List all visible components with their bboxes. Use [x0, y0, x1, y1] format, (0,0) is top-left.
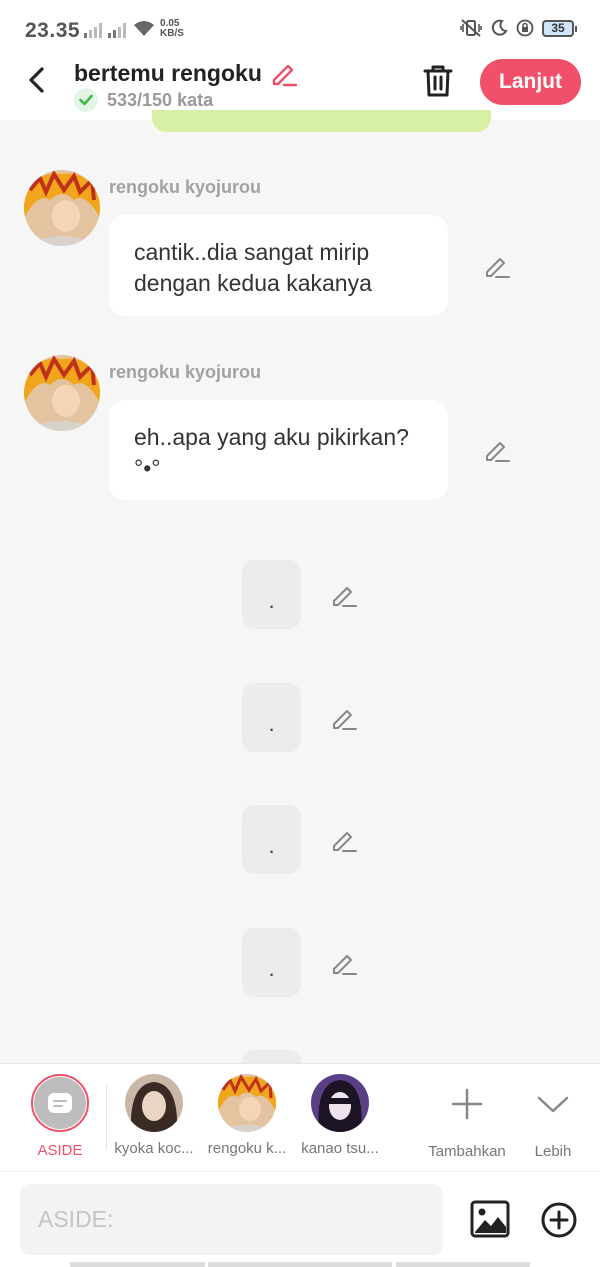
more-label: Lebih — [534, 1143, 572, 1160]
character-kanao[interactable]: kanao tsu... — [292, 1074, 388, 1157]
status-icons: 35 — [460, 19, 577, 37]
avatar — [311, 1074, 369, 1132]
wifi-icon — [134, 21, 154, 36]
vibrate-icon — [460, 19, 482, 37]
title-row: bertemu rengoku — [74, 58, 298, 88]
edit-message-icon[interactable] — [330, 704, 358, 732]
status-time: 23.35 — [25, 19, 81, 42]
edit-message-icon[interactable] — [483, 436, 511, 464]
chevron-down-icon — [537, 1096, 569, 1113]
avatar — [218, 1074, 276, 1132]
moon-icon — [491, 19, 508, 36]
kanao-avatar-image — [311, 1074, 369, 1132]
keyboard-hint — [208, 1262, 392, 1267]
message-bubble[interactable]: eh..apa yang aku pikirkan? °•° — [109, 400, 448, 500]
kyoka-avatar-image — [125, 1074, 183, 1132]
aside-chat-icon — [48, 1093, 72, 1113]
rengoku-avatar-image — [218, 1074, 276, 1132]
edit-message-icon[interactable] — [330, 826, 358, 854]
keyboard-hint — [70, 1262, 205, 1267]
aside-message-bubble[interactable]: . — [242, 560, 301, 629]
sender-name: rengoku kyojurou — [109, 362, 262, 382]
message-input[interactable] — [20, 1184, 443, 1255]
keyboard-hint — [396, 1262, 530, 1267]
character-kyoka[interactable]: kyoka koc... — [106, 1074, 202, 1157]
edit-title-icon[interactable] — [268, 58, 298, 88]
add-label: Tambahkan — [428, 1143, 506, 1160]
avatar[interactable] — [24, 355, 100, 431]
add-character-button[interactable]: Tambahkan — [419, 1074, 515, 1160]
edit-message-icon[interactable] — [330, 581, 358, 609]
message-bubble[interactable]: cantik..dia sangat mirip dengan kedua ka… — [109, 215, 448, 316]
trash-icon[interactable] — [421, 63, 455, 99]
aside-message-bubble[interactable]: . — [242, 805, 301, 874]
rengoku-avatar-image — [24, 170, 100, 246]
aside-message-bubble[interactable]: . — [242, 928, 301, 997]
word-count-row: 533/150 kata — [74, 88, 213, 112]
battery-icon: 35 — [542, 19, 577, 37]
word-count: 533/150 kata — [107, 89, 214, 110]
rengoku-avatar-image — [24, 355, 100, 431]
input-bar — [0, 1171, 600, 1267]
sender-name: rengoku kyojurou — [109, 177, 262, 197]
previous-message-bubble[interactable] — [152, 110, 491, 132]
aside-avatar — [31, 1074, 89, 1132]
character-bar: ASIDE kyoka koc... rengoku k... kanao ts… — [0, 1063, 600, 1171]
rotation-lock-icon — [516, 19, 534, 37]
signal-icon — [108, 22, 126, 38]
character-rengoku[interactable]: rengoku k... — [199, 1074, 295, 1157]
avatar[interactable] — [24, 170, 100, 246]
next-button[interactable]: Lanjut — [480, 59, 581, 105]
network-speed-unit: KB/S — [160, 28, 184, 39]
character-aside[interactable]: ASIDE — [12, 1074, 108, 1159]
edit-message-icon[interactable] — [483, 252, 511, 280]
avatar — [125, 1074, 183, 1132]
image-icon[interactable] — [470, 1199, 510, 1239]
character-name: rengoku k... — [207, 1140, 287, 1157]
back-arrow-icon[interactable] — [24, 64, 52, 96]
add-circle-icon[interactable] — [540, 1201, 578, 1239]
character-name: kanao tsu... — [301, 1140, 379, 1157]
edit-message-icon[interactable] — [330, 949, 358, 977]
network-speed: 0.05 KB/S — [160, 19, 184, 39]
character-name: ASIDE — [37, 1142, 83, 1159]
plus-icon — [451, 1088, 483, 1120]
aside-message-bubble[interactable]: . — [242, 683, 301, 752]
status-bar: 23.35 0.05 KB/S 35 — [0, 0, 600, 58]
check-icon — [74, 88, 98, 112]
more-button[interactable]: Lebih — [505, 1074, 600, 1160]
aside-message-bubble-partial — [242, 1050, 301, 1063]
chapter-title: bertemu rengoku — [74, 59, 262, 86]
character-name: kyoka koc... — [114, 1140, 194, 1157]
signal-icon — [84, 22, 102, 38]
